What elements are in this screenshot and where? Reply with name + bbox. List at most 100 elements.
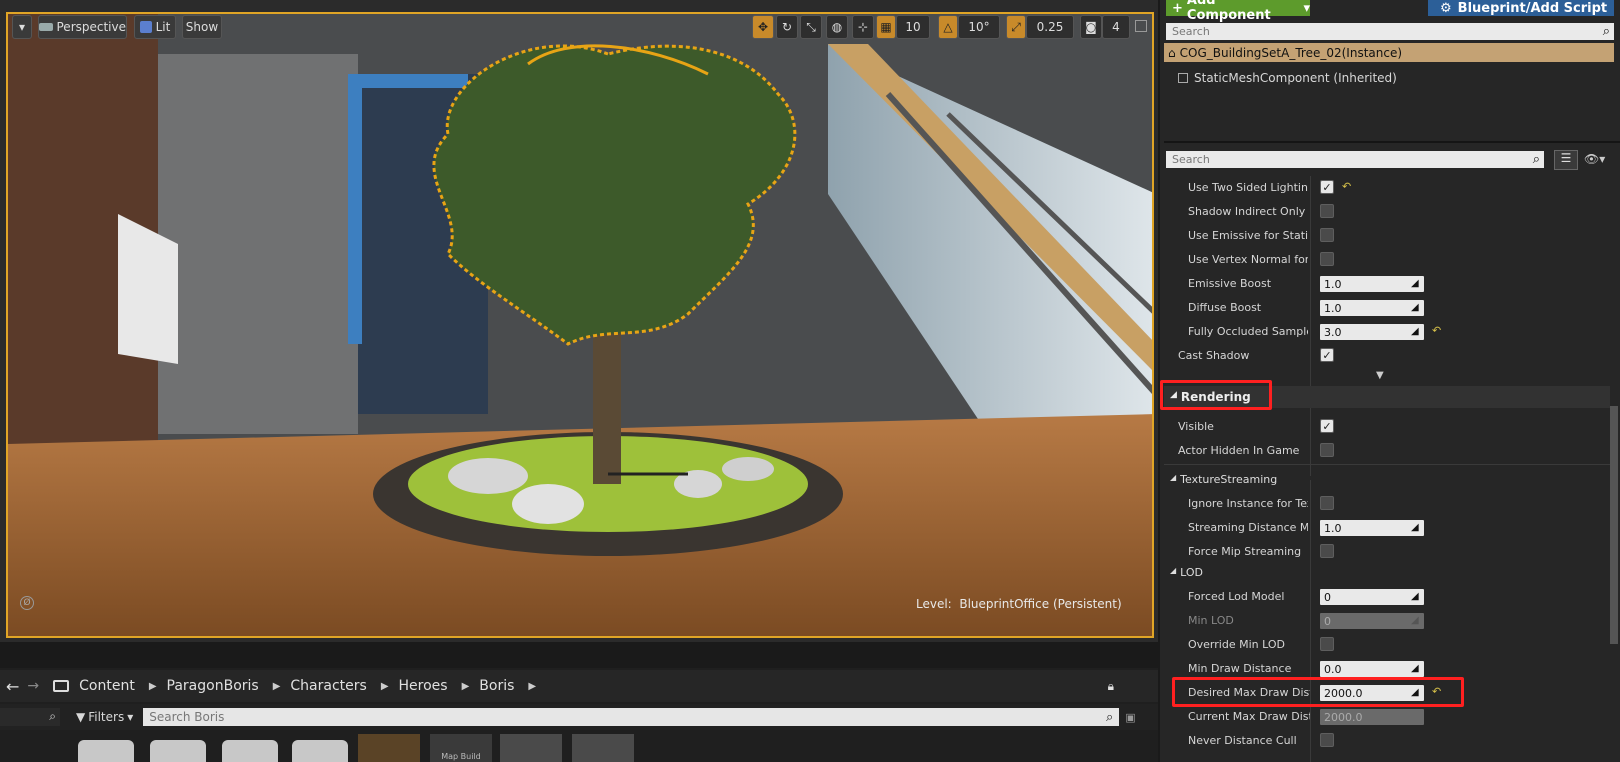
details-scrollbar[interactable] <box>1610 406 1618 644</box>
reset-to-default-icon[interactable]: ↶ <box>1342 180 1351 193</box>
static-mesh-component-row[interactable]: StaticMeshComponent (Inherited) <box>1178 69 1478 87</box>
breadcrumb-separator-icon[interactable]: ▶ <box>149 681 157 692</box>
scale-snap-icon[interactable]: ⤢ <box>1006 15 1026 39</box>
show-label: Show <box>185 20 219 34</box>
breadcrumb-separator-icon[interactable]: ▶ <box>273 681 281 692</box>
desired-max-draw-field[interactable]: 2000.0 ◢ <box>1320 685 1424 701</box>
grid-snap-icon[interactable]: ▦ <box>876 15 896 39</box>
forward-arrow-icon[interactable]: → <box>27 678 39 694</box>
lock-icon[interactable]: 🔒︎ <box>1108 679 1114 694</box>
scale-snap-value[interactable]: 0.25 <box>1026 15 1074 39</box>
world-space-icon[interactable]: ◍ <box>826 15 848 39</box>
breadcrumb-separator-icon[interactable]: ▶ <box>462 681 470 692</box>
cast-shadow-checkbox[interactable]: ✓ <box>1320 348 1334 362</box>
rotation-snap-value[interactable]: 10° <box>958 15 1000 39</box>
details-search-input[interactable]: Search ⌕ <box>1166 151 1544 168</box>
translate-tool-icon[interactable]: ✥ <box>752 15 774 39</box>
chevron-down-icon: ▾ <box>18 20 26 34</box>
diffuse-boost-field[interactable]: 1.0 ◢ <box>1320 300 1424 316</box>
rotation-snap-icon[interactable]: △ <box>938 15 958 39</box>
shadow-indirect-checkbox[interactable] <box>1320 204 1334 218</box>
breadcrumb-boris[interactable]: Boris <box>479 678 514 694</box>
occluded-samples-field[interactable]: 3.0 ◢ <box>1320 324 1424 340</box>
drag-resize-icon[interactable]: ◢ <box>1411 591 1421 602</box>
reset-to-default-icon[interactable]: ↶ <box>1432 324 1441 337</box>
map-build-thumbnail[interactable]: Map Build <box>430 734 492 762</box>
lit-button[interactable]: Lit <box>134 15 176 39</box>
drag-resize-icon[interactable]: ◢ <box>1411 278 1421 289</box>
forced-lod-field[interactable]: 0 ◢ <box>1320 589 1424 605</box>
blueprint-add-script-button[interactable]: ⚙ Blueprint/Add Script <box>1428 0 1614 16</box>
two-sided-lighting-checkbox[interactable]: ✓ <box>1320 180 1334 194</box>
breadcrumb-paragonboris[interactable]: ParagonBoris <box>167 678 259 694</box>
filters-button[interactable]: ▼ Filters ▾ <box>76 710 133 724</box>
perspective-button[interactable]: Perspective <box>38 15 127 39</box>
visibility-eye-icon[interactable]: 👁︎▾ <box>1584 152 1614 168</box>
path-search-field[interactable]: ⌕ <box>0 708 60 726</box>
ignore-instance-checkbox[interactable] <box>1320 496 1334 510</box>
folder-thumbnail[interactable] <box>292 740 348 762</box>
min-draw-distance-value: 0.0 <box>1324 662 1342 676</box>
viewport-options-button[interactable]: ▾ <box>12 15 32 39</box>
drag-resize-icon[interactable]: ◢ <box>1411 663 1421 674</box>
column-divider <box>1310 176 1311 476</box>
use-emissive-checkbox[interactable] <box>1320 228 1334 242</box>
vertex-normal-checkbox[interactable] <box>1320 252 1334 266</box>
camera-speed-value[interactable]: 4 <box>1102 15 1130 39</box>
prop-label-min-lod: Min LOD <box>1188 614 1234 627</box>
emissive-boost-field[interactable]: 1.0 ◢ <box>1320 276 1424 292</box>
lod-header[interactable]: ◢ LOD <box>1170 566 1203 579</box>
drag-resize-icon[interactable]: ◢ <box>1411 687 1421 698</box>
folder-thumbnail[interactable] <box>222 740 278 762</box>
asset-thumbnail[interactable] <box>358 734 420 762</box>
prop-label-emissive-boost: Emissive Boost <box>1188 277 1272 290</box>
property-matrix-icon[interactable]: ☰ <box>1554 150 1578 170</box>
asset-thumbnail[interactable] <box>500 734 562 762</box>
prop-label-forced-lod: Forced Lod Model <box>1188 590 1285 603</box>
folder-thumbnail[interactable] <box>78 740 134 762</box>
asset-search-input[interactable]: Search Boris ⌕ <box>143 708 1120 726</box>
component-instance-row[interactable]: ⌂ COG_BuildingSetA_Tree_02(Instance) <box>1164 43 1614 62</box>
drag-resize-icon[interactable]: ◢ <box>1411 302 1421 313</box>
collapse-triangle-icon: ◢ <box>1170 566 1177 575</box>
breadcrumb-separator-icon[interactable]: ▶ <box>528 681 536 692</box>
breadcrumb-separator-icon[interactable]: ▶ <box>381 681 389 692</box>
camera-speed-icon[interactable]: ◙ <box>1080 15 1102 39</box>
rendering-header[interactable]: ◢ Rendering <box>1170 390 1251 404</box>
breadcrumb-content[interactable]: Content <box>79 678 135 694</box>
component-search-input[interactable]: Search ⌕ <box>1166 23 1614 40</box>
prop-label-never-distance-cull: Never Distance Cull <box>1188 734 1297 747</box>
prop-label-use-emissive: Use Emissive for Static L <box>1188 229 1308 242</box>
never-distance-cull-checkbox[interactable] <box>1320 733 1334 747</box>
texture-streaming-header[interactable]: ◢ TextureStreaming <box>1170 473 1277 486</box>
breadcrumb-heroes[interactable]: Heroes <box>399 678 448 694</box>
advanced-expand-icon[interactable]: ▼ <box>1376 370 1384 381</box>
streaming-distance-field[interactable]: 1.0 ◢ <box>1320 520 1424 536</box>
min-draw-distance-field[interactable]: 0.0 ◢ <box>1320 661 1424 677</box>
rotate-tool-icon[interactable]: ↻ <box>776 15 798 39</box>
maximize-viewport-icon[interactable] <box>1135 20 1147 32</box>
drag-resize-icon[interactable]: ◢ <box>1411 522 1421 533</box>
visible-checkbox[interactable]: ✓ <box>1320 419 1334 433</box>
override-min-lod-checkbox[interactable] <box>1320 637 1334 651</box>
save-search-icon[interactable]: ▣ <box>1125 711 1135 724</box>
add-component-label: Add Component <box>1186 0 1271 23</box>
instance-name: COG_BuildingSetA_Tree_02(Instance) <box>1179 45 1403 60</box>
surface-snap-icon[interactable]: ⊹ <box>852 15 874 39</box>
scale-tool-icon[interactable]: ⤡ <box>800 15 822 39</box>
viewport-render-frame[interactable]: Level: BlueprintOffice (Persistent) Ø <box>6 12 1154 638</box>
show-button[interactable]: Show <box>182 15 222 39</box>
breadcrumb-characters[interactable]: Characters <box>290 678 366 694</box>
scene-render[interactable] <box>8 14 1154 638</box>
streaming-distance-value: 1.0 <box>1324 521 1342 535</box>
reset-to-default-icon[interactable]: ↶ <box>1432 685 1441 698</box>
asset-thumbnail[interactable] <box>572 734 634 762</box>
add-component-button[interactable]: + Add Component ▾ <box>1166 0 1310 23</box>
drag-resize-icon[interactable]: ◢ <box>1411 326 1421 337</box>
actor-hidden-checkbox[interactable] <box>1320 443 1334 457</box>
level-viewport[interactable]: Level: BlueprintOffice (Persistent) Ø ▾ … <box>0 0 1158 642</box>
back-arrow-icon[interactable]: ← <box>6 677 19 696</box>
force-mip-checkbox[interactable] <box>1320 544 1334 558</box>
grid-snap-value[interactable]: 10 <box>896 15 930 39</box>
folder-thumbnail[interactable] <box>150 740 206 762</box>
